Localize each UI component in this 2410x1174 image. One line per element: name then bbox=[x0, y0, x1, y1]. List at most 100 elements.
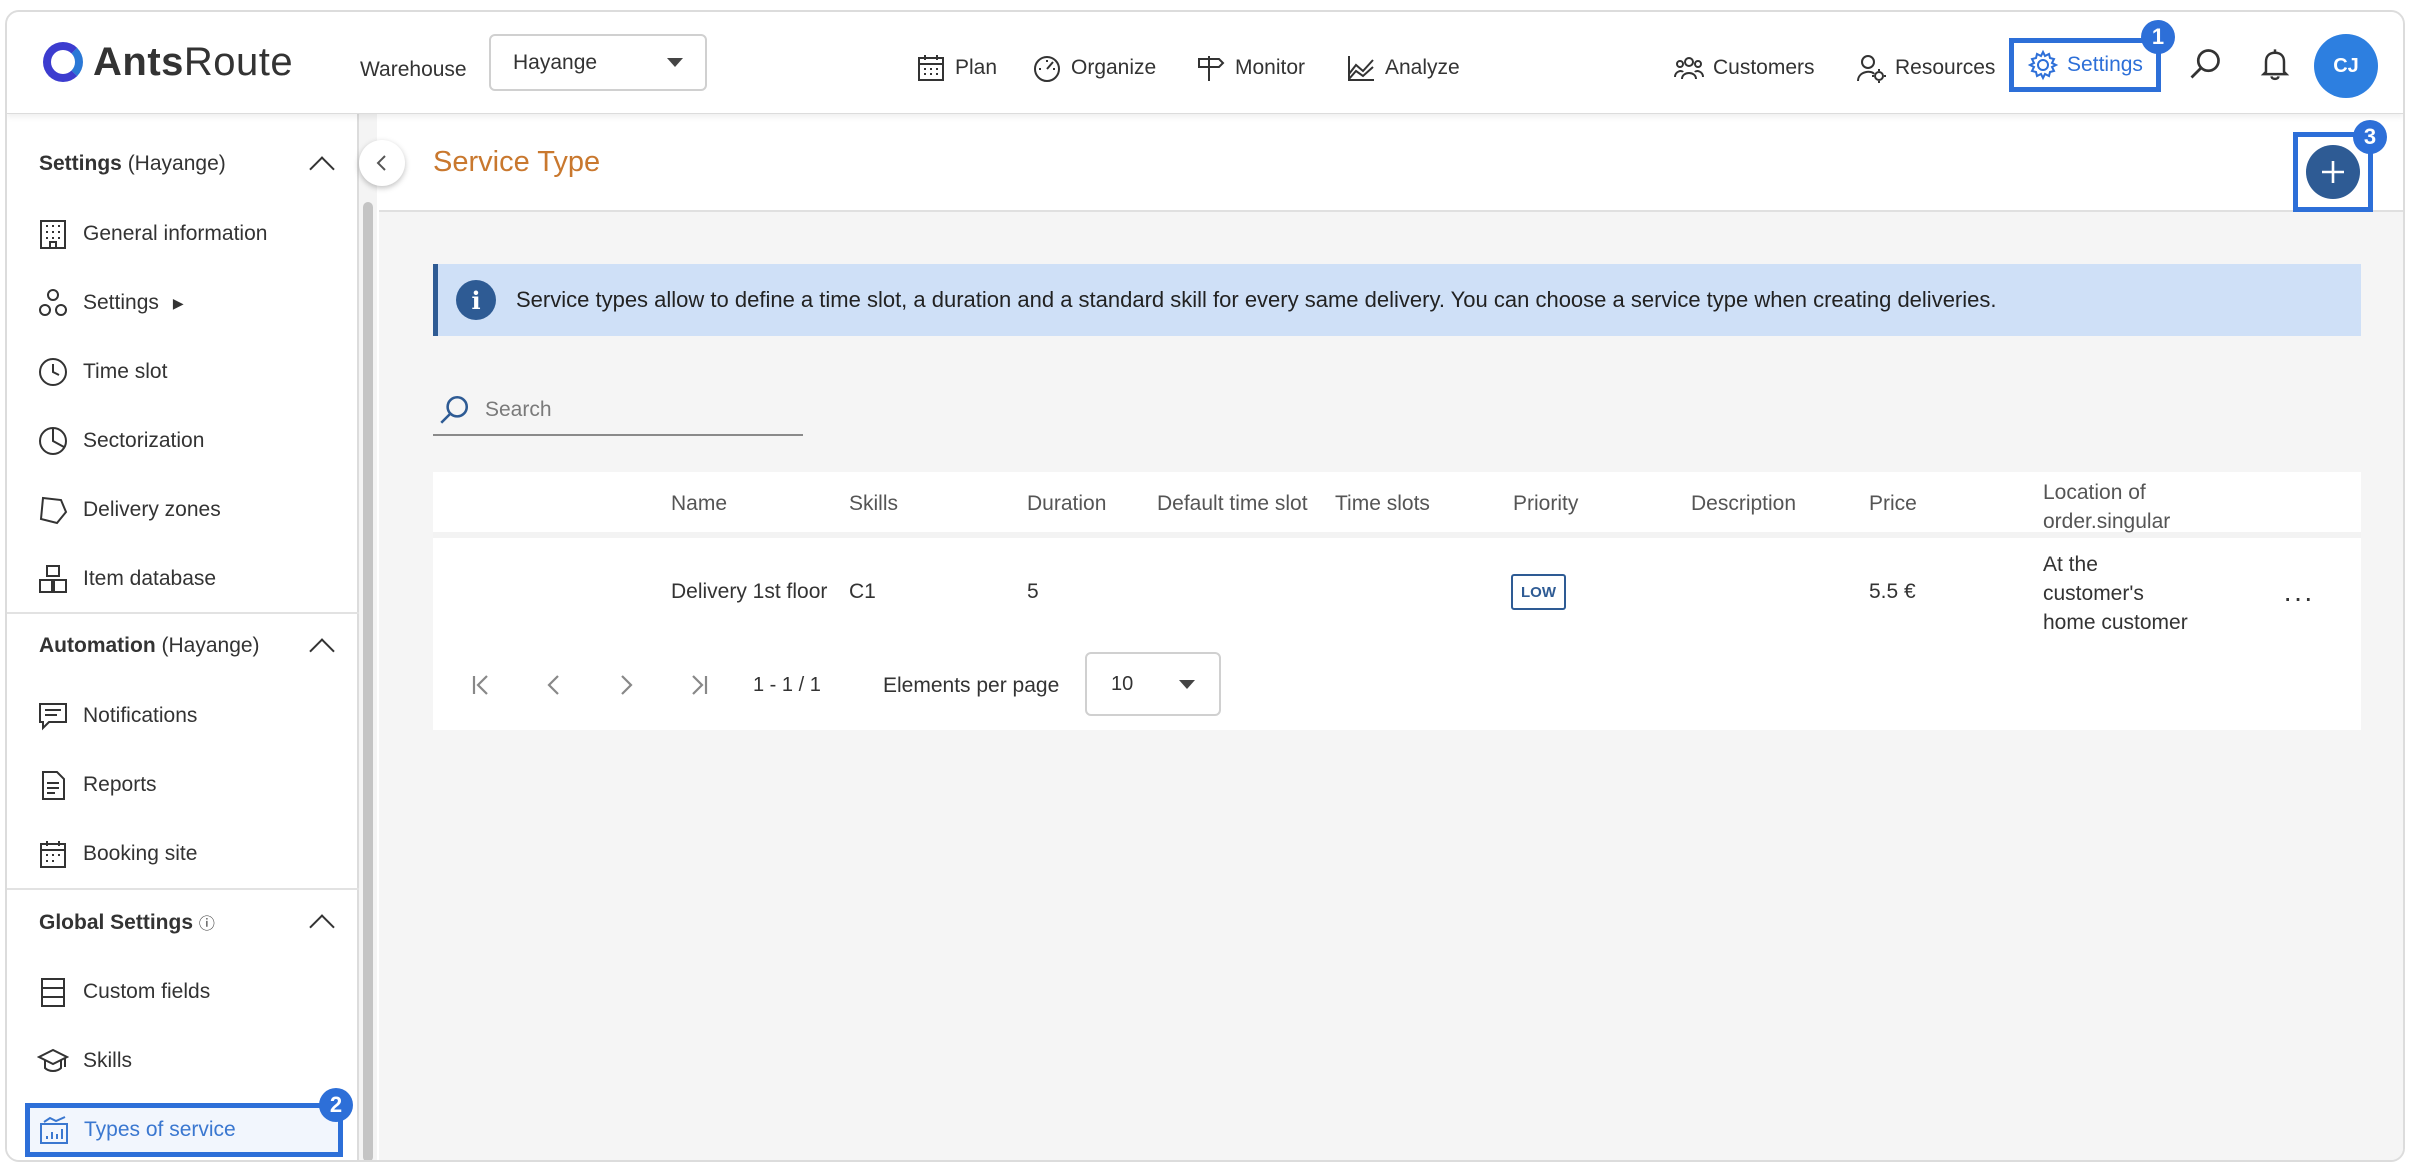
notifications-button[interactable] bbox=[2255, 44, 2295, 84]
elements-per-page-select[interactable]: 10 bbox=[1085, 652, 1221, 716]
chevron-down-icon bbox=[667, 58, 683, 67]
settings-section-title: Settings (Hayange) bbox=[39, 152, 226, 175]
sidebar-item-general-information[interactable]: General information bbox=[37, 214, 267, 254]
divider bbox=[7, 888, 359, 890]
collapse-sidebar-button[interactable] bbox=[359, 140, 405, 186]
sidebar-item-notifications[interactable]: Notifications bbox=[37, 696, 197, 736]
column-header-duration[interactable]: Duration bbox=[1027, 492, 1106, 516]
sidebar-item-delivery-zones[interactable]: Delivery zones bbox=[37, 490, 221, 530]
nav-analyze-label: Analyze bbox=[1385, 56, 1460, 79]
resources-icon bbox=[1857, 55, 1886, 83]
chevron-up-icon bbox=[309, 638, 335, 664]
chevron-right-icon bbox=[621, 675, 633, 695]
elements-per-page-value: 10 bbox=[1111, 672, 1134, 695]
chevron-left-icon bbox=[547, 675, 559, 695]
global-settings-section-title: Global Settings ⓘ bbox=[39, 910, 215, 934]
sidebar-item-types-of-service[interactable]: Types of service bbox=[25, 1103, 343, 1157]
sidebar-scrollbar-thumb[interactable] bbox=[363, 202, 373, 1160]
nav-customers-label: Customers bbox=[1713, 56, 1815, 79]
column-header-default-time-slot[interactable]: Default time slot bbox=[1157, 492, 1308, 516]
column-header-time-slots[interactable]: Time slots bbox=[1335, 492, 1430, 516]
info-text: Service types allow to define a time slo… bbox=[516, 287, 1997, 312]
automation-section-header[interactable]: Automation (Hayange) bbox=[39, 632, 339, 664]
divider bbox=[7, 612, 359, 614]
automation-section-title: Automation (Hayange) bbox=[39, 634, 260, 657]
previous-page-button[interactable] bbox=[539, 670, 569, 700]
nav-resources-label: Resources bbox=[1895, 56, 1996, 79]
nav-plan[interactable]: Plan bbox=[915, 52, 997, 84]
column-header-location[interactable]: Location of order.singular bbox=[2043, 478, 2170, 536]
info-icon: ⓘ bbox=[198, 915, 215, 933]
area-chart-icon bbox=[1348, 56, 1374, 81]
sidebar-item-custom-fields[interactable]: Custom fields bbox=[37, 972, 210, 1012]
nav-organize-label: Organize bbox=[1071, 56, 1157, 79]
global-settings-section-header[interactable]: Global Settings ⓘ bbox=[39, 908, 339, 940]
cell-skills: C1 bbox=[849, 580, 876, 603]
service-type-table: Name Skills Duration Default time slot T… bbox=[433, 472, 2361, 730]
column-header-description[interactable]: Description bbox=[1691, 492, 1796, 516]
sidebar-item-time-slot[interactable]: Time slot bbox=[37, 352, 167, 392]
sidebar: Settings (Hayange) General information S… bbox=[7, 114, 359, 1160]
pie-icon bbox=[39, 427, 67, 455]
page-range: 1 - 1 / 1 bbox=[753, 674, 821, 696]
polygon-icon bbox=[39, 496, 68, 525]
avatar[interactable]: CJ bbox=[2314, 34, 2378, 98]
sidebar-item-skills[interactable]: Skills bbox=[37, 1041, 132, 1081]
first-page-icon bbox=[472, 675, 488, 695]
plus-icon bbox=[2322, 161, 2344, 183]
annotation-badge-2: 2 bbox=[319, 1088, 353, 1122]
nav-settings[interactable]: Settings bbox=[2009, 38, 2161, 92]
search-field[interactable]: Search bbox=[433, 386, 803, 436]
add-service-type-button[interactable] bbox=[2306, 145, 2360, 199]
shapes-icon bbox=[39, 289, 67, 316]
sidebar-item-booking-site[interactable]: Booking site bbox=[37, 834, 197, 874]
column-header-price[interactable]: Price bbox=[1869, 492, 1917, 516]
sidebar-item-sectorization[interactable]: Sectorization bbox=[37, 421, 204, 461]
nav-analyze[interactable]: Analyze bbox=[1345, 52, 1460, 84]
priority-badge: LOW bbox=[1511, 574, 1566, 610]
nav-settings-label: Settings bbox=[2067, 53, 2143, 76]
triangle-right-icon: ▶ bbox=[172, 294, 184, 311]
search-button[interactable] bbox=[2185, 44, 2225, 84]
chevron-up-icon bbox=[309, 156, 335, 182]
last-page-button[interactable] bbox=[683, 670, 713, 700]
top-bar: AntsRoute Warehouse Hayange Plan Organiz… bbox=[7, 12, 2403, 114]
clock-icon bbox=[39, 358, 67, 386]
sidebar-item-item-database[interactable]: Item database bbox=[37, 559, 216, 599]
nav-organize[interactable]: Organize bbox=[1031, 52, 1156, 84]
boxes-icon bbox=[39, 565, 67, 593]
app-window: AntsRoute Warehouse Hayange Plan Organiz… bbox=[5, 10, 2405, 1162]
document-icon bbox=[42, 771, 65, 800]
column-header-name[interactable]: Name bbox=[671, 492, 727, 516]
nav-monitor[interactable]: Monitor bbox=[1195, 52, 1305, 84]
cell-name: Delivery 1st floor bbox=[671, 580, 828, 603]
main-content: Service Type 3 i Service types allow to … bbox=[379, 114, 2403, 1160]
pagination: 1 - 1 / 1 Elements per page 10 bbox=[433, 640, 2361, 730]
cell-price: 5.5 € bbox=[1869, 580, 1916, 603]
cell-duration: 5 bbox=[1027, 580, 1039, 603]
chevron-left-icon bbox=[376, 155, 386, 171]
row-actions-button[interactable]: ··· bbox=[2283, 582, 2314, 614]
speedometer-icon bbox=[1034, 56, 1060, 82]
sidebar-item-settings[interactable]: Settings ▶ bbox=[37, 283, 184, 323]
info-icon: i bbox=[456, 280, 496, 320]
bell-icon bbox=[2260, 49, 2290, 81]
table-row[interactable]: Delivery 1st floor C1 5 5.5 € At the cus… bbox=[433, 544, 2361, 640]
first-page-button[interactable] bbox=[467, 670, 497, 700]
column-header-skills[interactable]: Skills bbox=[849, 492, 898, 516]
settings-section-header[interactable]: Settings (Hayange) bbox=[39, 150, 339, 182]
nav-resources[interactable]: Resources bbox=[1855, 52, 1995, 84]
message-icon bbox=[39, 703, 67, 731]
warehouse-select[interactable]: Hayange bbox=[489, 34, 707, 91]
column-header-priority[interactable]: Priority bbox=[1513, 492, 1578, 516]
warehouse-value: Hayange bbox=[513, 50, 598, 74]
logo-text: AntsRoute bbox=[93, 39, 294, 84]
next-page-button[interactable] bbox=[611, 670, 641, 700]
logo[interactable]: AntsRoute bbox=[43, 34, 293, 90]
nav-customers[interactable]: Customers bbox=[1673, 52, 1815, 84]
annotation-badge-3: 3 bbox=[2353, 120, 2387, 154]
search-input[interactable]: Search bbox=[485, 398, 552, 422]
sidebar-item-reports[interactable]: Reports bbox=[37, 765, 157, 805]
building-icon bbox=[40, 220, 66, 249]
cell-location: At the customer's home customer bbox=[2043, 553, 2188, 634]
